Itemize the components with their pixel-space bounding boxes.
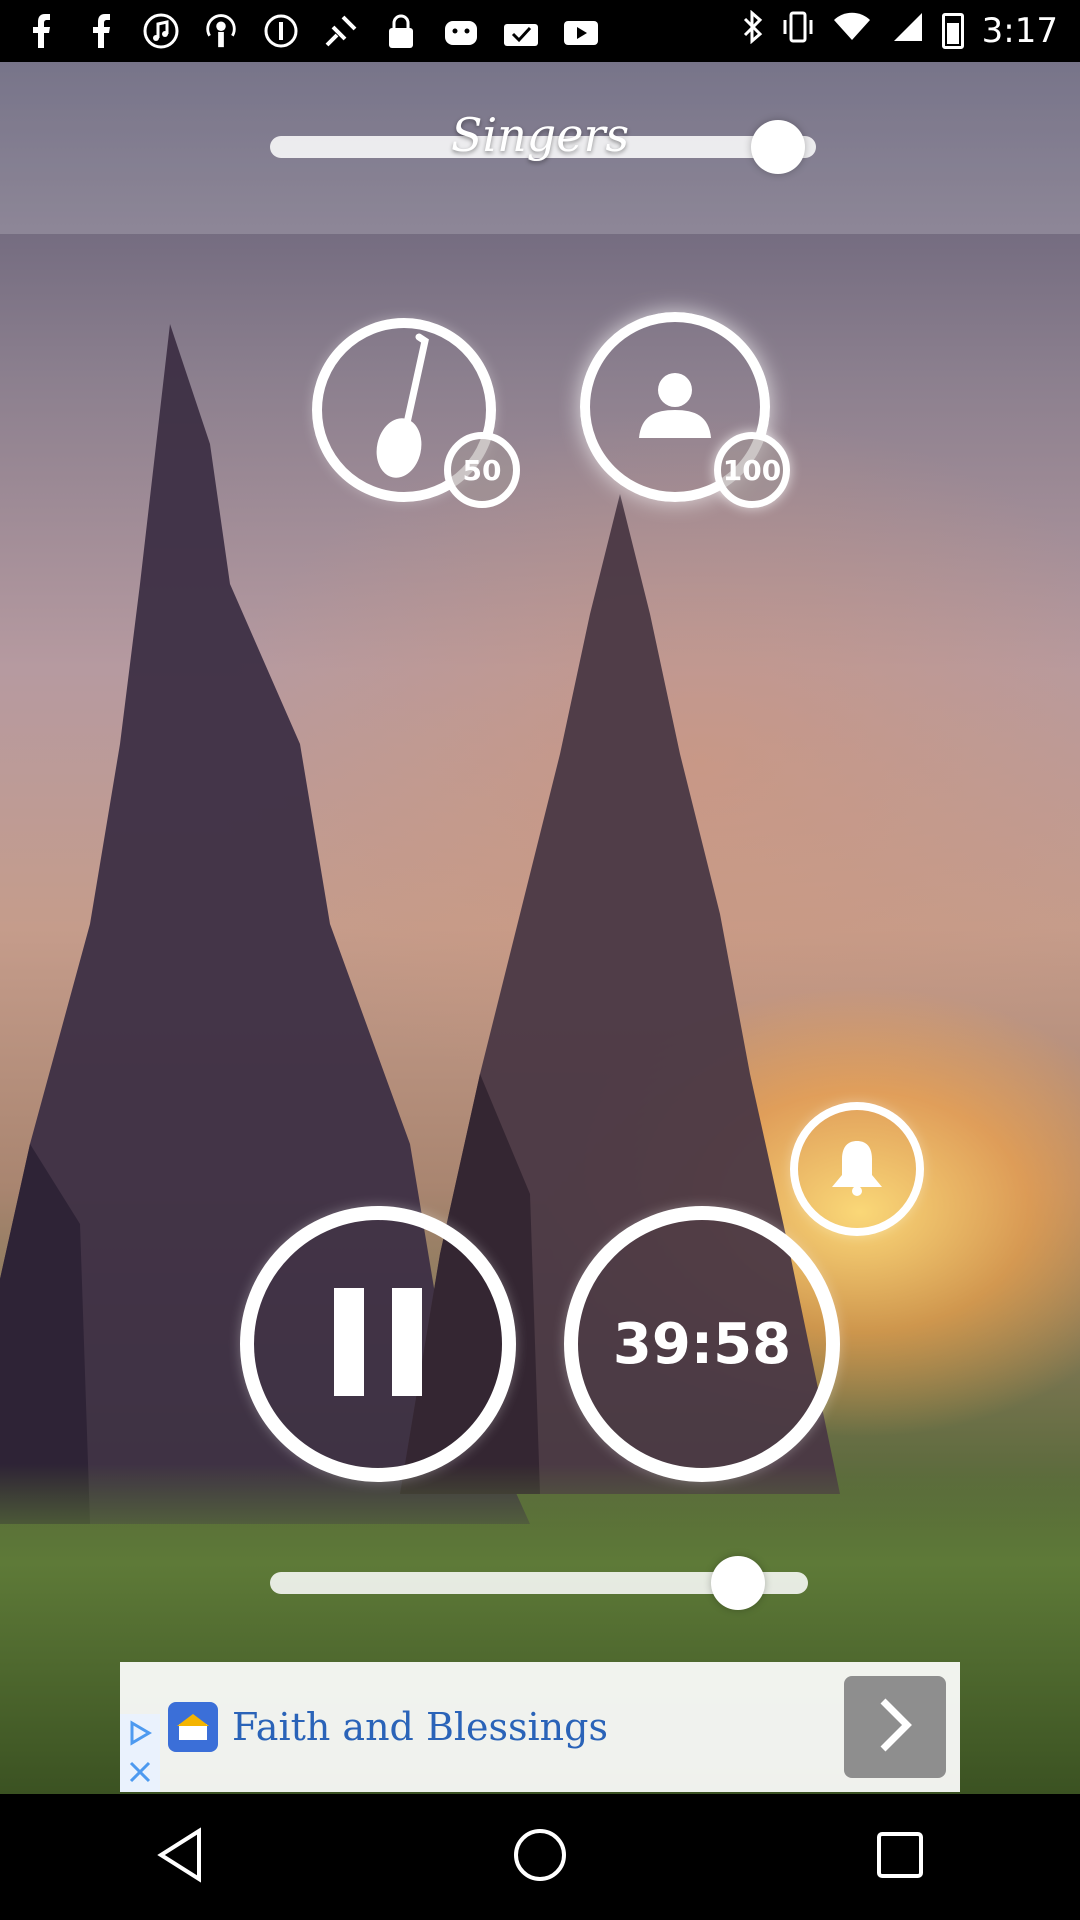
bottom-slider-thumb[interactable]: [711, 1556, 766, 1610]
ad-logo-icon: [168, 1702, 218, 1752]
youtube-icon: [562, 12, 600, 50]
ad-banner[interactable]: Faith and Blessings: [120, 1662, 960, 1792]
navigation-bar: [0, 1794, 1080, 1920]
chevron-right-icon: [875, 1697, 915, 1757]
person-icon: [635, 370, 715, 444]
vibrate-icon: [782, 10, 814, 53]
page-title: Singers: [450, 108, 630, 162]
podcast-icon: [202, 12, 240, 50]
notification-icons: [22, 12, 600, 50]
recents-button[interactable]: [860, 1817, 940, 1897]
android-icon: [442, 12, 480, 50]
signal-icon: [890, 11, 924, 52]
satellite-icon: [322, 12, 360, 50]
facebook-icon: [22, 12, 60, 50]
singer-count-badge: 100: [714, 432, 790, 508]
lock-icon: [382, 12, 420, 50]
pause-button[interactable]: [240, 1206, 516, 1482]
alarm-button[interactable]: [790, 1102, 924, 1236]
ad-close-icon[interactable]: [120, 1752, 160, 1792]
back-icon: [155, 1827, 205, 1887]
facebook-icon: [82, 12, 120, 50]
wifi-icon: [832, 11, 872, 51]
check-bag-icon: [502, 12, 540, 50]
timer-display: 39:58: [612, 1311, 792, 1377]
status-bar: 3:17: [0, 0, 1080, 62]
ad-choices-icon[interactable]: [120, 1714, 160, 1752]
home-icon: [512, 1827, 568, 1887]
home-button[interactable]: [500, 1817, 580, 1897]
ad-text[interactable]: Faith and Blessings: [232, 1705, 608, 1749]
battery-icon: [941, 13, 964, 49]
instrument-count-badge: 50: [444, 432, 520, 508]
timer-button[interactable]: 39:58: [564, 1206, 840, 1482]
info-icon: [262, 12, 300, 50]
system-status: 3:17: [742, 9, 1058, 53]
ad-open-button[interactable]: [844, 1676, 946, 1778]
bluetooth-icon: [742, 9, 764, 53]
background-image: [0, 62, 1080, 1794]
recents-icon: [875, 1830, 925, 1884]
clock: 3:17: [981, 11, 1058, 51]
pause-icon: [328, 1286, 428, 1402]
bell-icon: [822, 1137, 892, 1201]
back-button[interactable]: [140, 1817, 220, 1897]
sitar-icon: [359, 333, 449, 487]
music-icon: [142, 12, 180, 50]
